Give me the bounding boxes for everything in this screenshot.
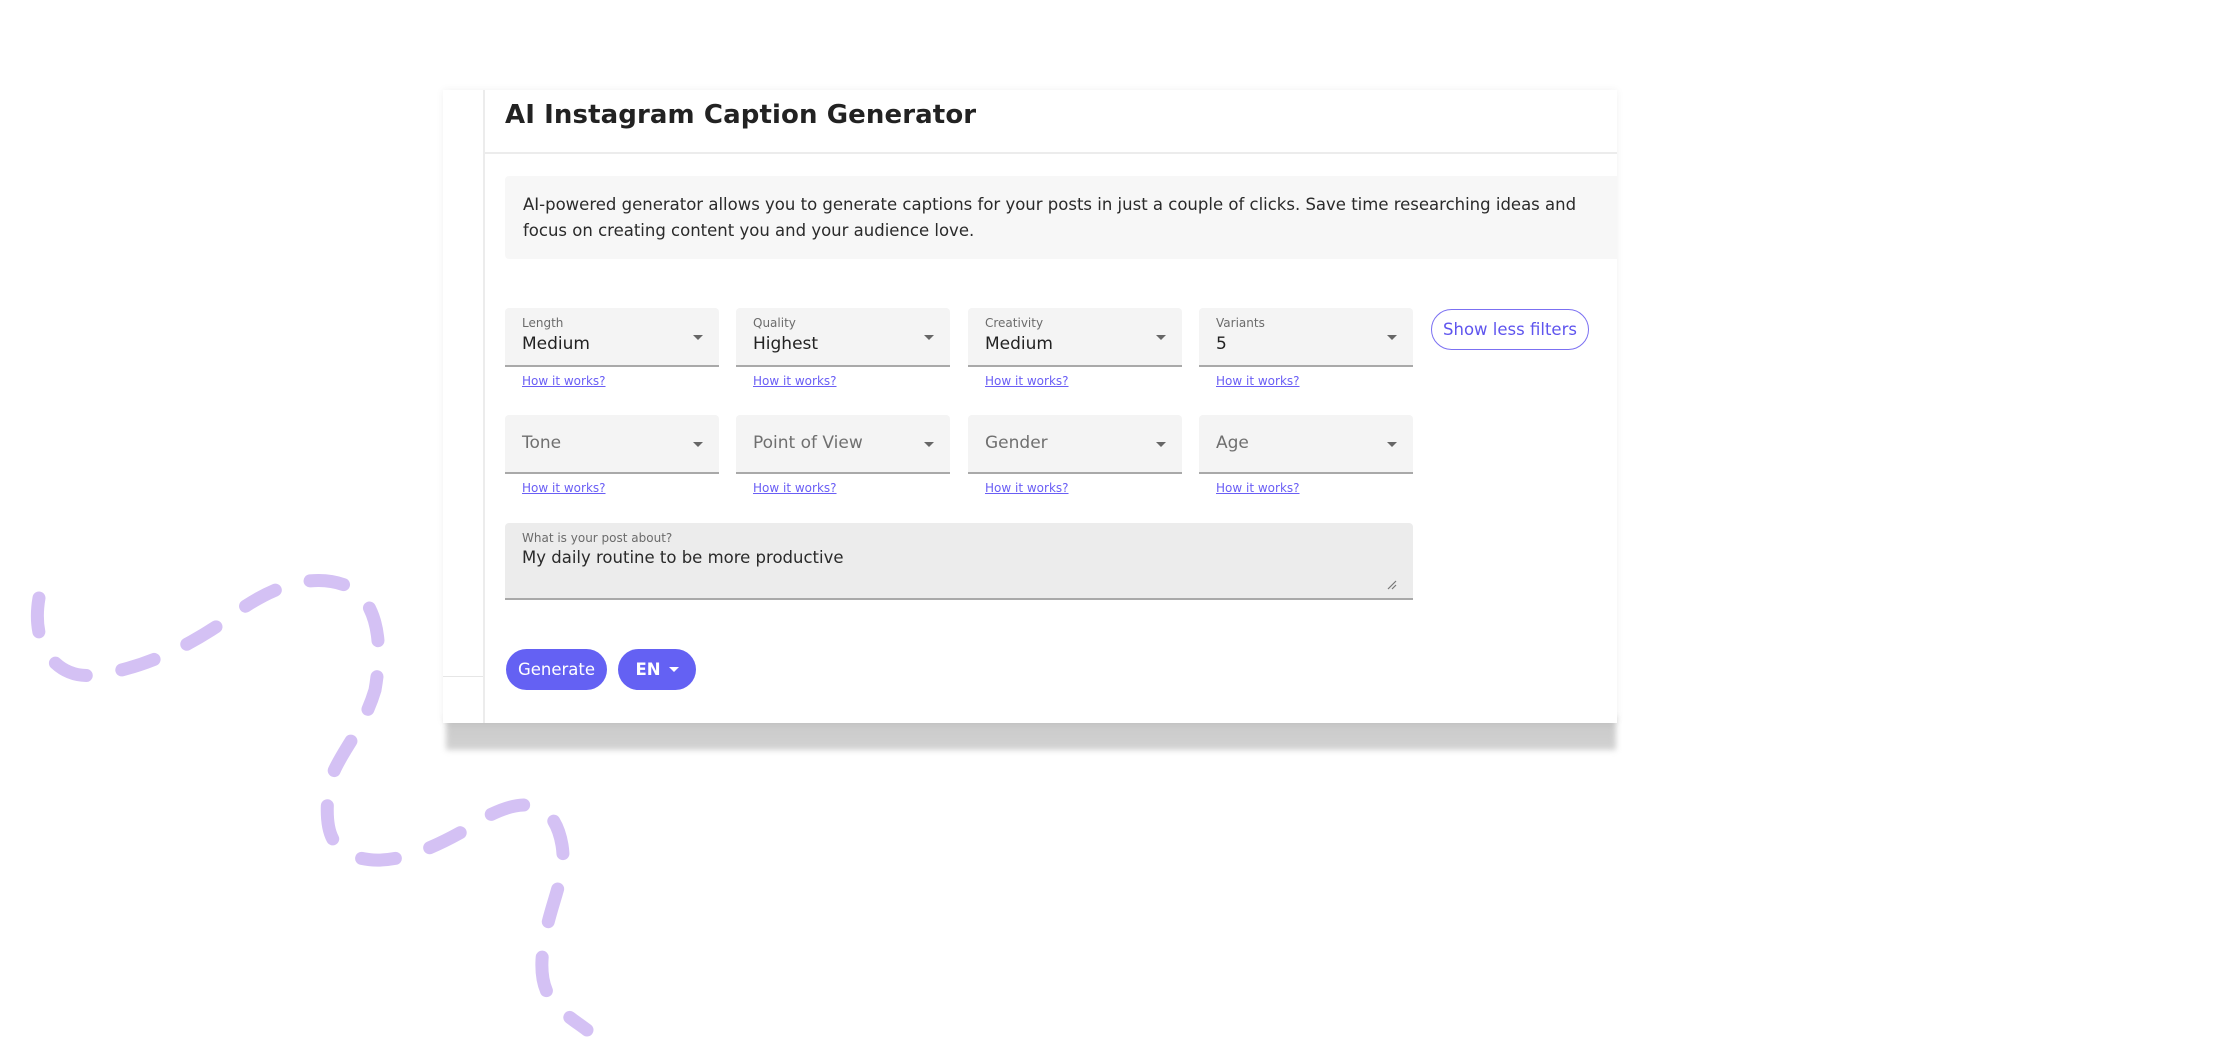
creativity-select[interactable]: Creativity Medium xyxy=(968,308,1182,367)
length-value: Medium xyxy=(522,334,590,354)
chevron-down-icon xyxy=(924,442,934,447)
age-how-it-works-link[interactable]: How it works? xyxy=(1216,481,1300,495)
page-title: AI Instagram Caption Generator xyxy=(505,100,977,130)
variants-how-it-works-link[interactable]: How it works? xyxy=(1216,374,1300,388)
tone-select[interactable]: Tone xyxy=(505,415,719,474)
variants-value: 5 xyxy=(1216,334,1227,354)
creativity-value: Medium xyxy=(985,334,1053,354)
length-how-it-works-link[interactable]: How it works? xyxy=(522,374,606,388)
quality-select[interactable]: Quality Highest xyxy=(736,308,950,367)
variants-label: Variants xyxy=(1216,316,1265,330)
creativity-label: Creativity xyxy=(985,316,1044,330)
generate-button[interactable]: Generate xyxy=(506,649,607,690)
quality-how-it-works-link[interactable]: How it works? xyxy=(753,374,837,388)
chevron-down-icon xyxy=(1387,335,1397,340)
variants-select[interactable]: Variants 5 xyxy=(1199,308,1413,367)
chevron-down-icon xyxy=(1156,335,1166,340)
length-label: Length xyxy=(522,316,564,330)
description-box: AI-powered generator allows you to gener… xyxy=(505,176,1617,259)
resize-handle-icon[interactable] xyxy=(1387,580,1397,590)
language-dropdown-button[interactable]: EN xyxy=(618,649,696,690)
tone-how-it-works-link[interactable]: How it works? xyxy=(522,481,606,495)
age-placeholder: Age xyxy=(1216,433,1249,453)
tone-placeholder: Tone xyxy=(522,433,562,453)
header-divider xyxy=(485,152,1617,154)
chevron-down-icon xyxy=(1156,442,1166,447)
post-topic-value: My daily routine to be more productive xyxy=(522,548,844,567)
chevron-down-icon xyxy=(1387,442,1397,447)
creativity-how-it-works-link[interactable]: How it works? xyxy=(985,374,1069,388)
chevron-down-icon xyxy=(693,335,703,340)
quality-label: Quality xyxy=(753,316,796,330)
post-topic-label: What is your post about? xyxy=(522,531,673,545)
show-less-filters-button[interactable]: Show less filters xyxy=(1431,309,1589,350)
chevron-down-icon xyxy=(668,667,679,672)
sidebar-divider xyxy=(443,676,483,677)
chevron-down-icon xyxy=(924,335,934,340)
vertical-divider xyxy=(483,90,485,723)
length-select[interactable]: Length Medium xyxy=(505,308,719,367)
age-select[interactable]: Age xyxy=(1199,415,1413,474)
language-label: EN xyxy=(635,660,661,679)
gender-how-it-works-link[interactable]: How it works? xyxy=(985,481,1069,495)
point-of-view-placeholder: Point of View xyxy=(753,433,863,453)
generator-card: AI Instagram Caption Generator AI-powere… xyxy=(443,90,1617,723)
chevron-down-icon xyxy=(693,442,703,447)
quality-value: Highest xyxy=(753,334,819,354)
generate-label: Generate xyxy=(517,660,596,679)
gender-select[interactable]: Gender xyxy=(968,415,1182,474)
point-of-view-select[interactable]: Point of View xyxy=(736,415,950,474)
point-of-view-how-it-works-link[interactable]: How it works? xyxy=(753,481,837,495)
gender-placeholder: Gender xyxy=(985,433,1048,453)
post-topic-textarea[interactable]: What is your post about? My daily routin… xyxy=(505,523,1413,600)
